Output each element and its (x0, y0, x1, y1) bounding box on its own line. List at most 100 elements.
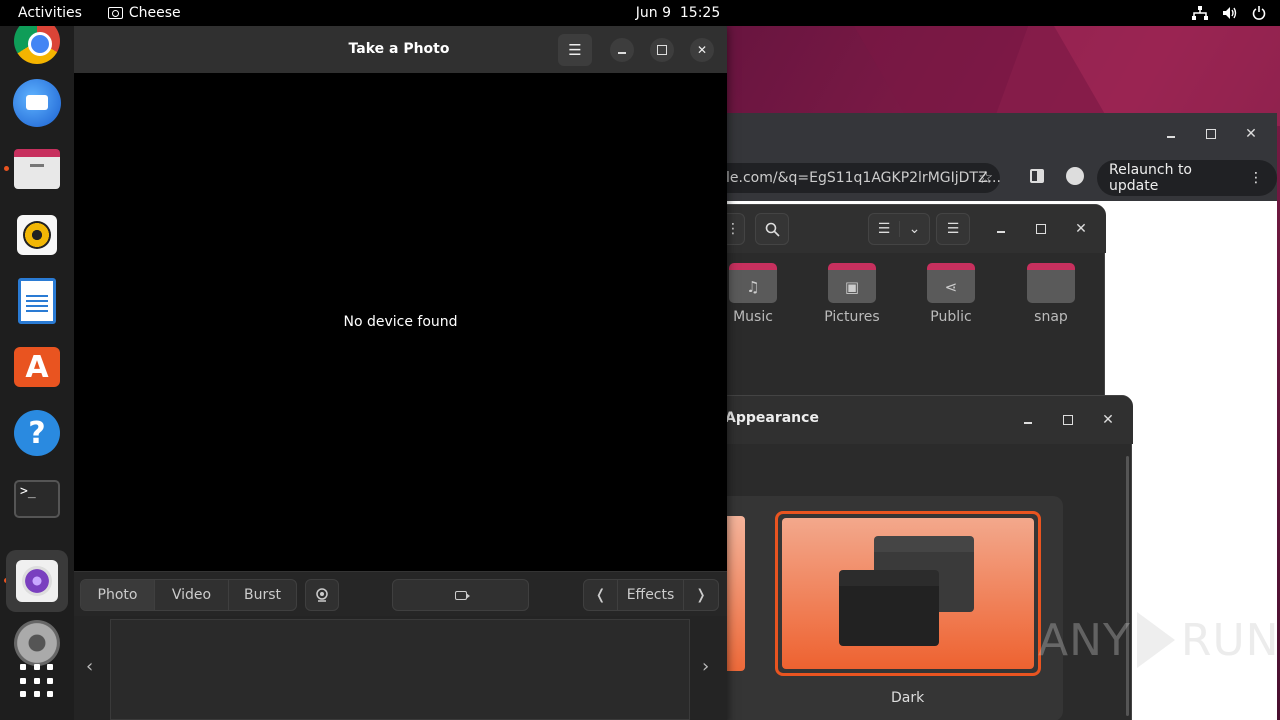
chevron-left-icon: ❬ (594, 587, 607, 603)
camera-icon (107, 7, 123, 19)
maximize-icon[interactable] (1059, 411, 1077, 429)
app-name-label: Cheese (128, 5, 181, 21)
system-tray[interactable] (1192, 0, 1266, 26)
relaunch-button[interactable]: Relaunch to update ⋮ (1097, 160, 1277, 196)
dock-app-center[interactable]: A (12, 342, 62, 392)
minimize-icon[interactable] (1019, 411, 1037, 429)
cheese-icon (16, 560, 58, 602)
app-grid-icon (20, 664, 54, 698)
mode-video-button[interactable]: Video (155, 580, 229, 610)
time-label: 15:25 (679, 5, 721, 21)
hamburger-icon: ☰ (568, 41, 582, 59)
activities-button[interactable]: Activities (0, 5, 100, 21)
cheese-headerbar: Take a Photo ☰ ✕ (74, 26, 727, 73)
folder-label: Public (930, 309, 972, 325)
main-menu-button[interactable]: ☰ (558, 34, 592, 66)
app-center-icon: A (14, 347, 60, 387)
side-panel-icon[interactable] (1030, 169, 1044, 183)
effects-next-button[interactable]: ❭ (684, 580, 718, 610)
profile-icon[interactable] (1066, 167, 1084, 185)
watermark-text: RUN (1180, 614, 1280, 666)
dock-help[interactable]: ? (12, 408, 62, 458)
dock-writer[interactable] (12, 276, 62, 326)
folder-label: Pictures (824, 309, 880, 325)
folder-snap[interactable]: snap (1011, 263, 1091, 325)
minimize-button[interactable] (610, 38, 634, 62)
appearance-window[interactable]: Appearance ✕ Dark (700, 395, 1133, 720)
theme-panel (701, 496, 1063, 720)
no-device-message: No device found (343, 314, 458, 330)
chrome-titlebar: ✕ (700, 113, 1277, 155)
effects-button[interactable]: Effects (618, 580, 684, 610)
volume-icon (1223, 7, 1237, 19)
app-menu[interactable]: Cheese (107, 5, 181, 21)
scrollbar[interactable] (1126, 456, 1129, 716)
pictures-folder-icon: ▣ (828, 263, 876, 303)
files-window[interactable]: ⋮ ☰ ⌄ ☰ ✕ ♫ Music ▣ Pictures ⋖ Public sn… (700, 204, 1106, 404)
dock-files[interactable] (12, 144, 62, 194)
cheese-window[interactable]: Take a Photo ☰ ✕ No device found Photo V… (74, 26, 727, 720)
dock-rhythmbox[interactable] (12, 210, 62, 260)
maximize-icon[interactable] (1032, 220, 1050, 238)
hamburger-menu-button[interactable]: ☰ (936, 213, 970, 245)
address-bar[interactable]: le.com/&q=EgS11q1AGKP2lrMGIjDTZ... (700, 163, 1000, 193)
bookmark-star-icon[interactable]: ☆ (978, 168, 993, 188)
folder-icon (1027, 263, 1075, 303)
minimize-icon[interactable] (992, 220, 1010, 238)
search-button[interactable] (755, 213, 789, 245)
thumbnail-area[interactable] (110, 619, 690, 720)
dock: A ? >_ (0, 18, 74, 720)
scroll-right-icon[interactable]: › (702, 656, 709, 677)
network-icon (1192, 6, 1208, 20)
maximize-icon (653, 41, 671, 59)
writer-icon (18, 278, 56, 324)
close-button[interactable]: ✕ (690, 38, 714, 62)
chevron-down-icon: ⌄ (899, 221, 929, 237)
dock-cheese[interactable] (6, 550, 68, 612)
dock-terminal[interactable]: >_ (12, 474, 62, 524)
terminal-icon: >_ (14, 480, 60, 518)
files-icon (14, 149, 60, 189)
maximize-button[interactable] (650, 38, 674, 62)
share-folder-icon: ⋖ (927, 263, 975, 303)
play-logo-icon (1136, 612, 1175, 668)
effects-navigator: ❬ Effects ❭ (583, 579, 719, 611)
watermark-text: ANY (1038, 614, 1131, 666)
close-icon: ✕ (696, 43, 708, 57)
take-photo-button[interactable] (392, 579, 529, 611)
maximize-icon[interactable] (1202, 125, 1220, 143)
mode-photo-button[interactable]: Photo (81, 580, 155, 610)
dock-thunderbird[interactable] (12, 78, 62, 128)
minimize-icon[interactable] (1162, 125, 1180, 143)
theme-option-dark[interactable] (775, 511, 1041, 676)
music-folder-icon: ♫ (729, 263, 777, 303)
chrome-toolbar: le.com/&q=EgS11q1AGKP2lrMGIjDTZ... ☆ Rel… (700, 155, 1277, 201)
view-options-button[interactable]: ☰ ⌄ (868, 213, 930, 245)
top-bar: Activities Cheese Jun 9 15:25 (0, 0, 1280, 26)
scroll-left-icon[interactable]: ‹ (86, 656, 93, 677)
close-icon[interactable]: ✕ (1242, 125, 1260, 143)
close-icon[interactable]: ✕ (1099, 411, 1117, 429)
effects-prev-button[interactable]: ❬ (584, 580, 618, 610)
folder-public[interactable]: ⋖ Public (911, 263, 991, 325)
close-icon[interactable]: ✕ (1072, 220, 1090, 238)
countdown-button[interactable] (305, 579, 339, 611)
mode-burst-button[interactable]: Burst (229, 580, 296, 610)
files-headerbar: ⋮ ☰ ⌄ ☰ ✕ (701, 205, 1106, 253)
camera-viewport: No device found (74, 73, 727, 571)
watermark: ANY RUN (1038, 612, 1280, 668)
theme-label: Dark (891, 690, 925, 706)
clock[interactable]: Jun 9 15:25 (0, 5, 1280, 21)
folder-label: Music (733, 309, 773, 325)
help-icon: ? (14, 410, 60, 456)
running-indicator (4, 166, 9, 171)
theme-preview (782, 518, 1034, 669)
rhythmbox-icon (17, 215, 57, 255)
list-view-icon: ☰ (877, 221, 891, 237)
minimize-icon (613, 41, 631, 59)
power-icon (1252, 6, 1266, 20)
show-apps-button[interactable] (12, 656, 62, 706)
camera-record-icon (454, 590, 470, 600)
folder-pictures[interactable]: ▣ Pictures (812, 263, 892, 325)
appearance-headerbar: Appearance ✕ (701, 396, 1133, 444)
